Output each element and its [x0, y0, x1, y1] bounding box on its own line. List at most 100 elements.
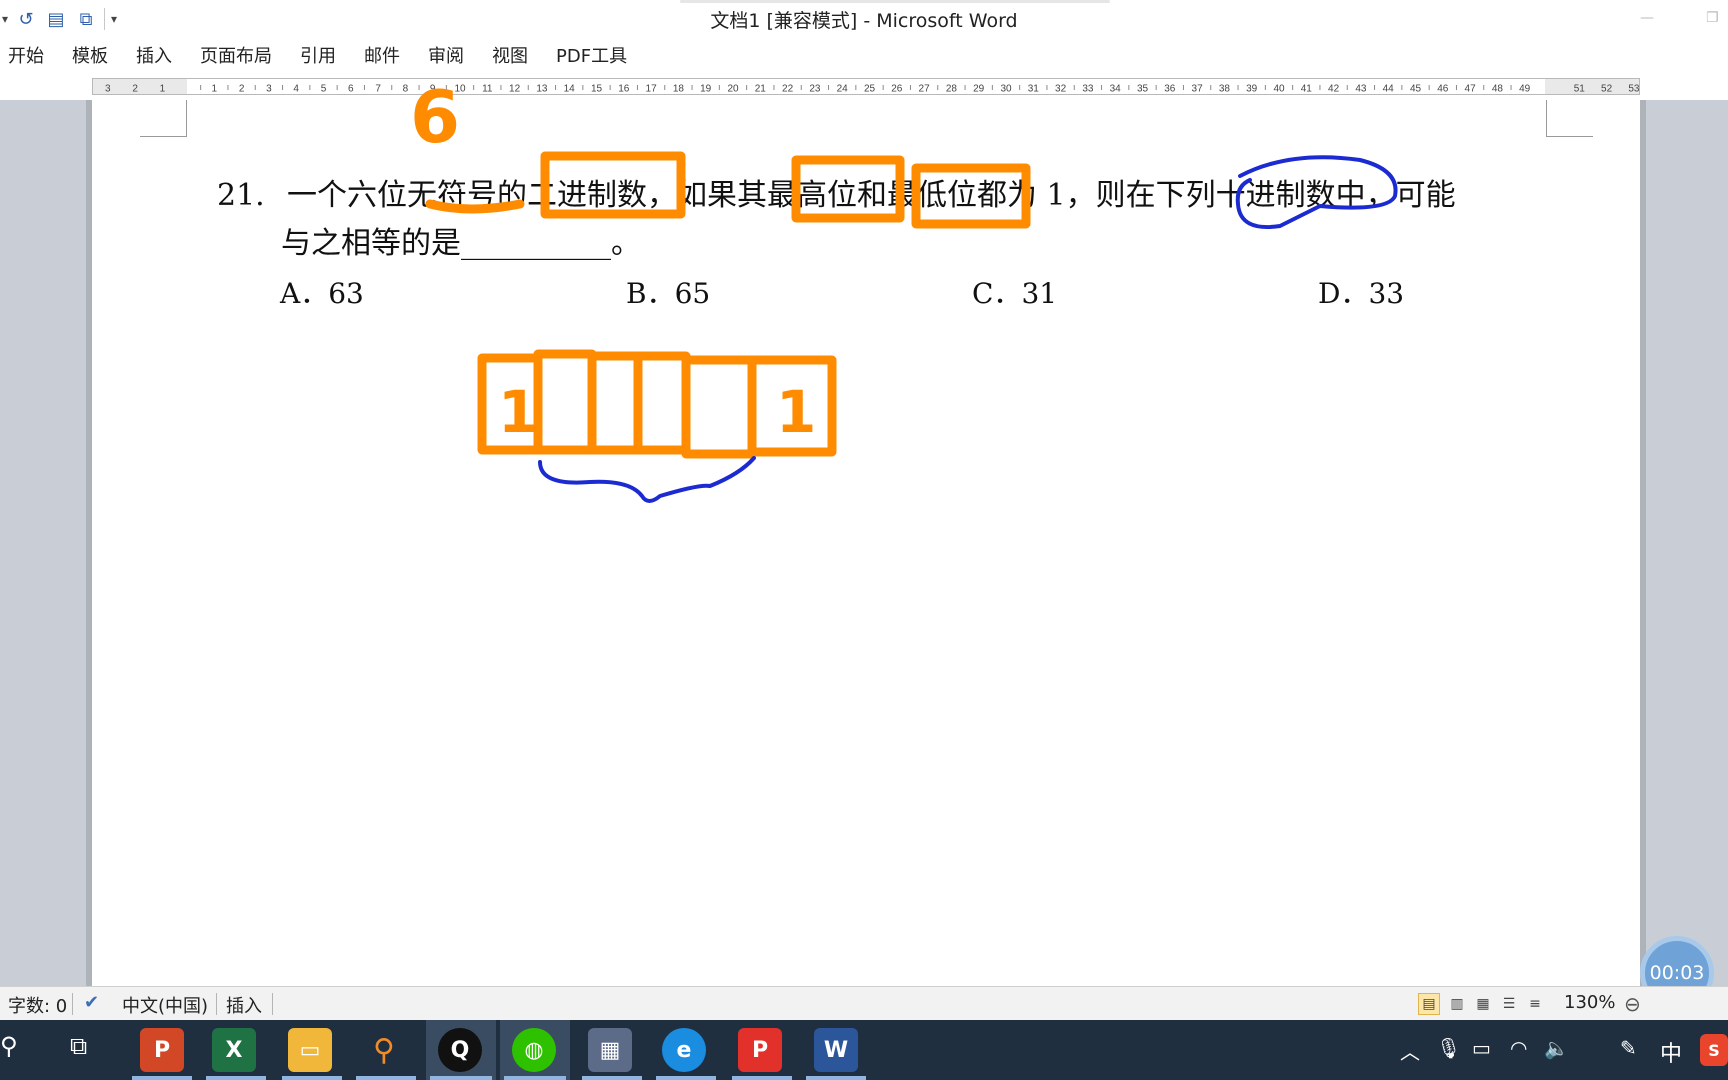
- microphone-icon[interactable]: 🎙: [1436, 1036, 1461, 1060]
- minimize-icon[interactable]: —: [1640, 10, 1654, 26]
- menu-review[interactable]: 审阅: [428, 42, 464, 68]
- ruler-number: 21: [755, 84, 767, 95]
- file-explorer-icon[interactable]: ▭: [288, 1028, 332, 1072]
- menu-home[interactable]: 开始: [8, 42, 44, 68]
- qq-icon[interactable]: Q: [438, 1028, 482, 1072]
- menu-view[interactable]: 视图: [492, 42, 528, 68]
- word-count[interactable]: 字数: 0: [8, 992, 67, 1018]
- option-d-value: 33: [1368, 277, 1405, 310]
- menu-pdf-tools[interactable]: PDF工具: [556, 42, 627, 68]
- ruler-number: 7: [375, 84, 381, 95]
- ruler-number: 49: [1519, 84, 1531, 95]
- option-b: B．65: [626, 272, 710, 312]
- menu-references[interactable]: 引用: [300, 42, 336, 68]
- ruler-number: 33: [1082, 84, 1094, 95]
- ime-indicator[interactable]: 中: [1660, 1036, 1682, 1068]
- ruler-number: 51: [1574, 84, 1586, 95]
- powerpoint-icon[interactable]: P: [140, 1028, 184, 1072]
- ruler-number: 3: [105, 84, 111, 95]
- taskbar-indicator: [356, 1076, 416, 1080]
- option-d: D．33: [1318, 272, 1404, 312]
- taskbar-indicator: [206, 1076, 266, 1080]
- ruler-number: 43: [1355, 84, 1367, 95]
- ruler-number: 10: [454, 84, 466, 95]
- calculator-icon[interactable]: ▦: [588, 1028, 632, 1072]
- spellcheck-icon[interactable]: ✔: [84, 992, 99, 1013]
- menu-template[interactable]: 模板: [72, 42, 108, 68]
- window-title: 文档1 [兼容模式] - Microsoft Word: [710, 10, 1018, 32]
- sogou-icon[interactable]: S: [1700, 1034, 1728, 1066]
- option-a-label: A．: [280, 277, 329, 310]
- edge-icon[interactable]: e: [662, 1028, 706, 1072]
- ruler-number: 6: [348, 84, 354, 95]
- horizontal-ruler[interactable]: 3 2 1 1 2 3 4 5 6 7 8 9 10 11 12 13 14 15 16 17 18 19 20 21 22 23…: [92, 78, 1640, 95]
- ruler-number: 38: [1219, 84, 1231, 95]
- menu-page-layout[interactable]: 页面布局: [200, 42, 272, 68]
- ruler-number: 46: [1437, 84, 1449, 95]
- ruler-number: 2: [132, 84, 138, 95]
- question-block: 21. 一个六位无符号的二进制数，如果其最高位和最低位都为 1，则在下列十进制数中…: [217, 172, 1527, 268]
- ruler-number: 2: [239, 84, 245, 95]
- ruler-number: 40: [1273, 84, 1285, 95]
- ruler-number: 18: [673, 84, 685, 95]
- web-layout-icon[interactable]: ▦: [1472, 993, 1494, 1015]
- option-a: A．63: [280, 272, 364, 312]
- crop-mark-left: [140, 100, 187, 137]
- wifi-icon[interactable]: ◠: [1510, 1036, 1527, 1060]
- task-view-icon[interactable]: ⧉: [70, 1032, 87, 1060]
- battery-icon[interactable]: ▭: [1472, 1036, 1491, 1060]
- ruler-number: 41: [1301, 84, 1313, 95]
- ruler-number: 25: [864, 84, 876, 95]
- option-c: C．31: [972, 272, 1057, 312]
- ruler-number: 45: [1410, 84, 1422, 95]
- taskbar-indicator: [132, 1076, 192, 1080]
- ruler-number: 31: [1028, 84, 1040, 95]
- search-tool-icon[interactable]: ⚲: [362, 1028, 406, 1072]
- taskbar-indicator: [806, 1076, 866, 1080]
- taskbar-indicator: [582, 1076, 642, 1080]
- restore-icon[interactable]: ❐: [1706, 10, 1719, 26]
- menu-mailings[interactable]: 邮件: [364, 42, 400, 68]
- outline-view-icon[interactable]: ☰: [1498, 993, 1520, 1015]
- print-layout-icon[interactable]: ▤: [1418, 993, 1440, 1015]
- ruler-number: 26: [891, 84, 903, 95]
- volume-icon[interactable]: 🔈: [1544, 1036, 1569, 1060]
- excel-icon[interactable]: X: [212, 1028, 256, 1072]
- ruler-number: 13: [536, 84, 548, 95]
- taskbar-indicator: [504, 1076, 566, 1080]
- ruler-number: 48: [1492, 84, 1504, 95]
- taskbar-indicator: [656, 1076, 716, 1080]
- title-bar: ▾ ↺ ▤ ⧉ ▾ 文档1 [兼容模式] - Microsoft Word — …: [0, 0, 1728, 38]
- status-divider: [272, 993, 273, 1015]
- zoom-out-icon[interactable]: ⊖: [1624, 992, 1641, 1016]
- search-icon[interactable]: ⚲: [0, 1032, 18, 1060]
- ruler-number: 4: [293, 84, 299, 95]
- wechat-icon[interactable]: ◍: [512, 1028, 556, 1072]
- ruler-number: 9: [430, 84, 436, 95]
- ruler-ticks: 3 2 1 1 2 3 4 5 6 7 8 9 10 11 12 13 14 15 16 17 18 19 20 21 22 23…: [105, 84, 1640, 95]
- title-shadow: [680, 0, 1110, 3]
- ruler-number: 34: [1110, 84, 1122, 95]
- ruler-number: 15: [591, 84, 603, 95]
- ruler-number: 27: [919, 84, 931, 95]
- status-divider: [216, 993, 217, 1015]
- zoom-level[interactable]: 130%: [1564, 992, 1615, 1013]
- word-icon[interactable]: W: [814, 1028, 858, 1072]
- taskbar-indicator: [732, 1076, 792, 1080]
- tray-expand-icon[interactable]: ︿: [1400, 1036, 1420, 1065]
- reading-view-icon[interactable]: ▥: [1446, 993, 1468, 1015]
- question-line-1: 21. 一个六位无符号的二进制数，如果其最高位和最低位都为 1，则在下列十进制数中…: [217, 172, 1527, 220]
- ruler-number: 14: [564, 84, 576, 95]
- taskbar-indicator: [282, 1076, 342, 1080]
- option-b-value: 65: [674, 277, 711, 310]
- menu-insert[interactable]: 插入: [136, 42, 172, 68]
- ruler-number: 24: [837, 84, 849, 95]
- ruler-number: 37: [1192, 84, 1204, 95]
- pen-icon[interactable]: ✎: [1620, 1036, 1637, 1060]
- pdf-icon[interactable]: P: [738, 1028, 782, 1072]
- ruler-number: 22: [782, 84, 794, 95]
- ruler-number: 19: [700, 84, 712, 95]
- draft-view-icon[interactable]: ≡: [1524, 993, 1546, 1015]
- insert-mode[interactable]: 插入: [226, 992, 262, 1018]
- language[interactable]: 中文(中国): [122, 992, 208, 1018]
